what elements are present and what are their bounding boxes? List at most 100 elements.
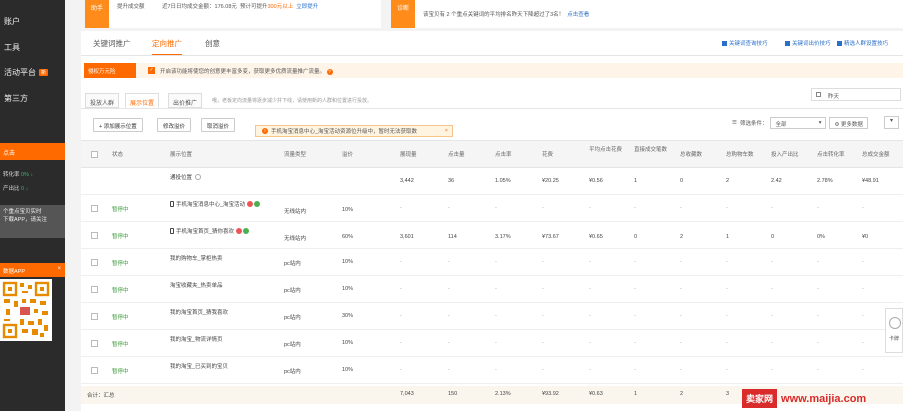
cell-clicks: - xyxy=(448,286,450,292)
cell-roi: - xyxy=(771,367,773,373)
filter-group: ☰ 筛选条件： 全部 ▾ ⚙ 更多数据 xyxy=(732,117,868,129)
cell-cpc: ¥0.65 xyxy=(589,234,603,240)
subtab-bid[interactable]: 出价推广 xyxy=(168,93,203,108)
subtab-placement[interactable]: 展示位置 xyxy=(125,93,160,108)
cell-traffic-type: pc站内 xyxy=(284,369,301,375)
row-checkbox[interactable] xyxy=(91,313,98,320)
th-ctr[interactable]: 点击率 xyxy=(495,152,512,159)
improve-link[interactable]: 立即提升 xyxy=(296,4,318,10)
th-premium[interactable]: 溢价 xyxy=(342,152,353,159)
add-placement-button[interactable]: + 添加展示位置 xyxy=(93,118,143,132)
tip-link-audience[interactable]: 精选人群设置技巧 xyxy=(837,39,888,47)
button-label: 更多数据 xyxy=(840,122,863,128)
side-note: 个重点宝贝实时 下载APP，请关注 xyxy=(0,205,65,238)
row-checkbox[interactable] xyxy=(91,232,98,239)
cell-traffic-type: pc站内 xyxy=(284,261,301,267)
th-cost[interactable]: 花费 xyxy=(542,152,553,159)
cell-premium[interactable]: 60% xyxy=(342,234,353,240)
row-checkbox[interactable] xyxy=(91,205,98,212)
diagnosis-card: 诊断 该宝贝有 2 个重点关键词的平均排名昨天下降超过了3名！ 点击查看 xyxy=(391,0,903,28)
placement-name: 通投位置 xyxy=(170,173,202,181)
video-icon xyxy=(785,40,790,46)
th-gmv[interactable]: 总成交金额 xyxy=(862,152,890,159)
watermark-url: www.maijia.com xyxy=(781,392,867,405)
nav-item-tools[interactable]: 工具 xyxy=(4,42,20,53)
row-checkbox[interactable] xyxy=(91,259,98,266)
diagnosis-text: 该宝贝有 2 个重点关键词的平均排名昨天下降超过了3名！ xyxy=(423,12,565,18)
more-data-button[interactable]: ⚙ 更多数据 xyxy=(829,117,868,129)
cell-fav: - xyxy=(680,340,682,346)
close-icon[interactable]: × xyxy=(445,128,448,134)
view-link[interactable]: 点击查看 xyxy=(567,12,589,18)
qr-code-image xyxy=(0,279,52,341)
th-favorites[interactable]: 总收藏数 xyxy=(680,152,702,159)
main-panel: 关键词推广 定向推广 创意 关键词查询技巧 关键词出价技巧 精选人群设置技巧 侵… xyxy=(81,31,903,411)
tip-label: 关键词查询技巧 xyxy=(729,41,768,47)
filter-select[interactable]: 全部 ▾ xyxy=(770,117,827,129)
cell-premium[interactable]: 10% xyxy=(342,367,353,373)
cell-premium[interactable]: 30% xyxy=(342,313,353,319)
tab-keyword-promo[interactable]: 关键词推广 xyxy=(93,38,131,49)
th-cvr[interactable]: 点击转化率 xyxy=(817,152,845,159)
tip-link-keyword-bid[interactable]: 关键词出价技巧 xyxy=(785,39,831,47)
tab-creative[interactable]: 创意 xyxy=(205,38,220,49)
sidebar: 账户 工具 活动平台新 第三方 点击 转化率 0% ↓ 产出比 0 ↓ 个重点宝… xyxy=(0,0,65,411)
nav-label: 工具 xyxy=(4,43,20,52)
floating-card-button[interactable]: 卡牌 xyxy=(885,308,903,353)
total-cart: 3 xyxy=(726,391,730,397)
cell-clicks: - xyxy=(448,340,450,346)
th-cart[interactable]: 总购物车数 xyxy=(726,152,754,159)
close-icon[interactable]: × xyxy=(57,266,61,272)
cell-cvr: - xyxy=(817,367,819,373)
placement-name: 手机淘宝消息中心_淘宝活动 xyxy=(170,200,261,208)
cell-direct: - xyxy=(634,205,636,211)
side-panel-title: 点击 xyxy=(0,143,65,160)
notice-checkbox[interactable]: ✓ xyxy=(148,67,155,74)
button-label: 添加展示位置 xyxy=(103,124,137,130)
help-icon[interactable] xyxy=(195,174,202,180)
th-roi[interactable]: 投入产出比 xyxy=(771,152,799,159)
cell-cvr: - xyxy=(817,259,819,265)
row-checkbox[interactable] xyxy=(91,367,98,374)
card-title: 提升成交额 xyxy=(117,4,145,10)
cell-cpc: - xyxy=(589,313,591,319)
cell-gmv: - xyxy=(862,286,864,292)
table-header: 状态 展示位置 流量类型 溢价 展现量 点击量 点击率 花费 平均点击花费 直接… xyxy=(81,140,903,168)
alert-icon xyxy=(236,228,243,234)
th-clicks[interactable]: 点击量 xyxy=(448,152,465,159)
row-checkbox[interactable] xyxy=(91,286,98,293)
stat-value: 0 xyxy=(21,186,25,192)
cancel-premium-button[interactable]: 取消溢价 xyxy=(201,118,236,132)
subtab-audience[interactable]: 投放人群 xyxy=(85,93,120,108)
cell-premium[interactable]: 10% xyxy=(342,259,353,265)
cell-cvr: - xyxy=(817,313,819,319)
expand-button[interactable]: ▾ xyxy=(884,116,899,129)
nav-item-third-party[interactable]: 第三方 xyxy=(4,93,28,104)
cell-premium[interactable]: 10% xyxy=(342,340,353,346)
cell-premium[interactable]: 10% xyxy=(342,286,353,292)
th-impressions[interactable]: 展现量 xyxy=(400,152,417,159)
watermark: 卖家网 www.maijia.com xyxy=(742,386,903,411)
select-all-checkbox[interactable] xyxy=(91,151,98,158)
new-badge: 新 xyxy=(39,69,49,76)
tab-targeted-promo[interactable]: 定向推广 xyxy=(152,38,182,56)
nav-item-activity[interactable]: 活动平台新 xyxy=(4,67,49,78)
cell-premium[interactable]: 10% xyxy=(342,207,353,213)
date-picker[interactable]: 昨天 xyxy=(811,88,901,101)
trend-down-icon: ↓ xyxy=(25,186,29,192)
placement-name: 淘宝收藏夹_热卖单品 xyxy=(170,283,223,289)
creative-notice-bar: 侵权万元险 ✓ 开启该功能将使您的创意更丰富多变，获取更多优质流量推广流量。 ? xyxy=(84,63,903,78)
check-icon xyxy=(254,201,261,207)
tip-link-keyword-query[interactable]: 关键词查询技巧 xyxy=(722,39,768,47)
help-icon[interactable]: ? xyxy=(326,69,333,75)
stat-value: 0% xyxy=(21,172,29,178)
th-cpc[interactable]: 平均点击花费 xyxy=(589,147,629,154)
row-checkbox[interactable] xyxy=(91,340,98,347)
nav-item-account[interactable]: 账户 xyxy=(4,16,20,27)
cell-cvr: - xyxy=(817,286,819,292)
cell-ctr: 3.17% xyxy=(495,234,511,240)
edit-premium-button[interactable]: 修改溢价 xyxy=(157,118,192,132)
cell-traffic-type: pc站内 xyxy=(284,288,301,294)
th-direct-orders[interactable]: 直接成交笔数 xyxy=(634,147,674,154)
cell-cart: - xyxy=(726,205,728,211)
